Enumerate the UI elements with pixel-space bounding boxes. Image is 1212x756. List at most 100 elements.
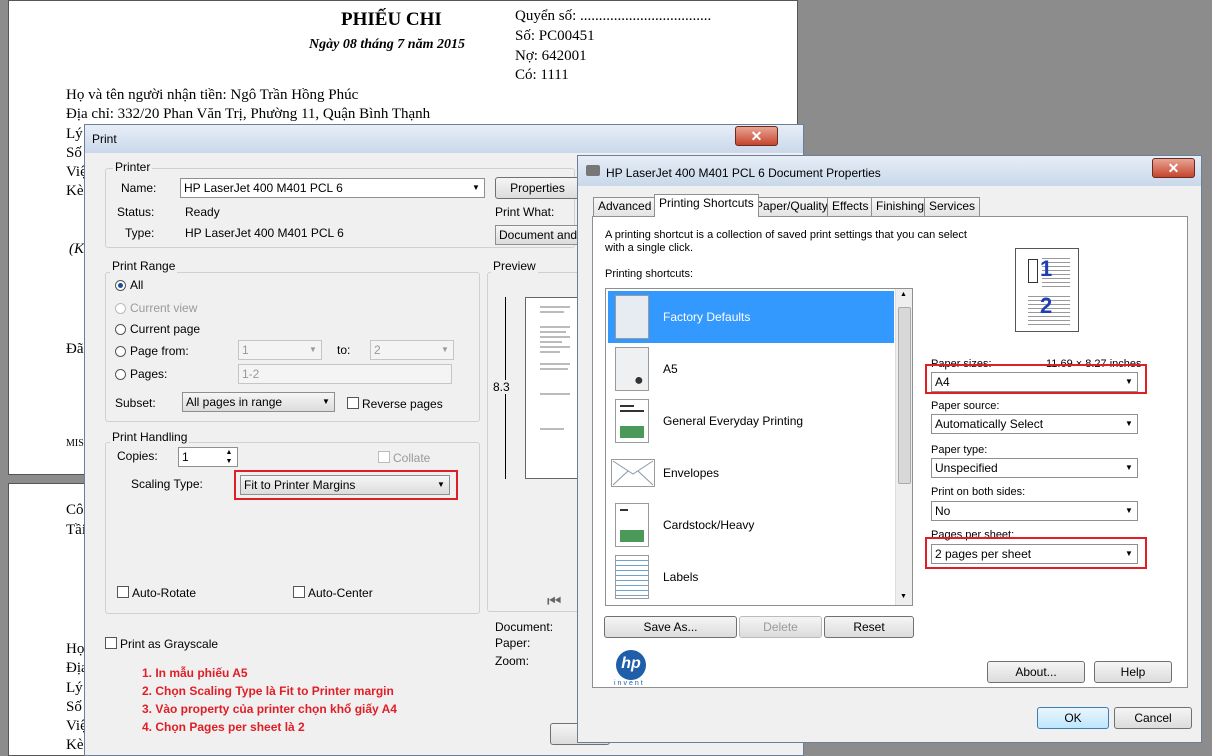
printer-group-label: Printer — [113, 160, 153, 174]
print-what-select[interactable]: Document and — [495, 225, 580, 245]
tab-printing-shortcuts[interactable]: Printing Shortcuts — [654, 194, 759, 217]
scrollbar-thumb[interactable] — [898, 307, 911, 484]
copies-input[interactable]: 1 ▲ ▼ — [178, 447, 238, 467]
page-to-input[interactable]: 2 ▼ — [370, 340, 454, 360]
both-sides-select[interactable]: No ▼ — [931, 501, 1138, 521]
zoom-label: Zoom: — [495, 654, 530, 668]
paper-source-select[interactable]: Automatically Select ▼ — [931, 414, 1138, 434]
chevron-down-icon: ▼ — [309, 345, 317, 354]
printer-name-label: Name: — [121, 181, 157, 195]
chevron-down-icon: ▼ — [441, 345, 449, 354]
auto-center-checkbox[interactable] — [293, 586, 305, 598]
range-current-view-label: Current view — [130, 301, 198, 315]
collate-checkbox[interactable] — [378, 451, 390, 463]
tab-services[interactable]: Services — [924, 197, 981, 216]
page-icon: ● — [615, 347, 649, 391]
printer-type-value: HP LaserJet 400 M401 PCL 6 — [185, 226, 344, 240]
instruction-2: 2. Chọn Scaling Type là Fit to Printer m… — [142, 684, 394, 698]
both-sides-label: Print on both sides: — [931, 486, 1026, 498]
range-all-radio[interactable] — [115, 280, 126, 291]
list-item[interactable]: Factory Defaults — [608, 291, 894, 343]
print-dialog-title: Print — [92, 132, 117, 146]
printer-name-select[interactable]: HP LaserJet 400 M401 PCL 6 ▼ — [180, 178, 485, 198]
chevron-down-icon: ▼ — [1125, 463, 1133, 472]
doc-so: Số: PC00451 — [515, 28, 595, 44]
scroll-up-icon[interactable]: ▲ — [900, 291, 907, 298]
tab-advanced[interactable]: Advanced — [593, 197, 657, 216]
print-handling-label: Print Handling — [110, 430, 190, 444]
doc-fragment: Số — [66, 699, 82, 715]
subset-select[interactable]: All pages in range ▼ — [182, 392, 335, 412]
tab-effects[interactable]: Effects — [827, 197, 874, 216]
instruction-3: 3. Vào property của printer chọn khổ giấ… — [142, 702, 397, 716]
doc-fragment: Lý — [66, 126, 83, 142]
preview-num-2: 2 — [1040, 293, 1053, 318]
properties-button[interactable]: Properties — [495, 177, 580, 199]
save-as-button[interactable]: Save As... — [604, 616, 737, 638]
highlight-box — [234, 470, 458, 500]
doc-recipient: Họ và tên người nhận tiền: Ngô Trần Hồng… — [66, 87, 359, 103]
scrollbar[interactable]: ▲ ▼ — [895, 289, 912, 605]
list-item[interactable]: Envelopes — [608, 447, 894, 499]
shortcuts-label: Printing shortcuts: — [605, 268, 694, 280]
printer-status-label: Status: — [117, 205, 155, 219]
shortcuts-list[interactable]: Factory Defaults ● A5 General Everyday P… — [605, 288, 913, 606]
spinner-icon[interactable]: ▲ ▼ — [221, 448, 237, 466]
reset-button[interactable]: Reset — [824, 616, 914, 638]
range-pages-radio[interactable] — [115, 369, 126, 380]
list-item[interactable]: General Everyday Printing — [608, 395, 894, 447]
preview-num-1: 1 — [1040, 256, 1053, 281]
reverse-pages-checkbox[interactable] — [347, 397, 359, 409]
reverse-pages-label: Reverse pages — [362, 397, 443, 411]
paper-source-label: Paper source: — [931, 400, 1000, 412]
range-pages-label: Pages: — [130, 367, 168, 381]
grayscale-checkbox[interactable] — [105, 637, 117, 649]
list-item[interactable]: ● A5 — [608, 343, 894, 395]
paper-type-select[interactable]: Unspecified ▼ — [931, 458, 1138, 478]
close-icon[interactable]: ✕ — [735, 126, 778, 146]
hp-logo: hp invent — [608, 650, 658, 687]
cancel-button[interactable]: Cancel — [1114, 707, 1192, 729]
tab-finishing[interactable]: Finishing — [871, 197, 930, 216]
chevron-down-icon: ▼ — [1125, 419, 1133, 428]
page-from-input[interactable]: 1 ▼ — [238, 340, 322, 360]
printer-type-label: Type: — [125, 226, 155, 240]
properties-dialog: HP LaserJet 400 M401 PCL 6 Document Prop… — [577, 155, 1202, 743]
chevron-down-icon: ▼ — [472, 183, 480, 192]
cardstock-icon — [615, 503, 649, 547]
delete-button[interactable]: Delete — [739, 616, 822, 638]
doc-date: Ngày 08 tháng 7 năm 2015 — [309, 37, 465, 52]
doc-fragment: MIS — [66, 438, 84, 449]
range-current-view-radio[interactable] — [115, 303, 126, 314]
printer-icon — [586, 165, 600, 176]
page-icon — [615, 295, 649, 339]
instruction-4: 4. Chọn Pages per sheet là 2 — [142, 720, 305, 734]
doc-fragment: Số — [66, 145, 82, 161]
range-current-page-radio[interactable] — [115, 324, 126, 335]
doc-fragment: (K — [69, 241, 84, 257]
chevron-down-icon: ▼ — [322, 397, 330, 406]
doc-title: PHIẾU CHI — [341, 9, 442, 30]
doc-no: Nợ: 642001 — [515, 48, 587, 64]
instruction-1: 1. In mẫu phiếu A5 — [142, 666, 248, 680]
ok-button[interactable]: OK — [1037, 707, 1109, 729]
document-icon — [615, 399, 649, 443]
print-dialog-titlebar — [85, 125, 803, 153]
range-current-page-label: Current page — [130, 322, 201, 336]
list-item[interactable]: Labels — [608, 551, 894, 603]
about-button[interactable]: About... — [987, 661, 1085, 683]
help-button[interactable]: Help — [1094, 661, 1172, 683]
close-icon[interactable]: ✕ — [1152, 158, 1195, 178]
pages-input[interactable]: 1-2 — [238, 364, 452, 384]
auto-rotate-checkbox[interactable] — [117, 586, 129, 598]
tab-paper-quality[interactable]: Paper/Quality — [750, 197, 833, 216]
first-page-icon[interactable]: ⏮ — [547, 593, 561, 611]
list-item[interactable]: Cardstock/Heavy — [608, 499, 894, 551]
scroll-down-icon[interactable]: ▼ — [900, 593, 907, 600]
range-page-from-radio[interactable] — [115, 346, 126, 357]
doc-fragment: Kè — [66, 183, 84, 199]
paper-label: Paper: — [495, 636, 531, 650]
labels-icon — [615, 555, 649, 599]
highlight-box — [925, 364, 1147, 394]
doc-address: Địa chỉ: 332/20 Phan Văn Trị, Phường 11,… — [66, 106, 431, 122]
